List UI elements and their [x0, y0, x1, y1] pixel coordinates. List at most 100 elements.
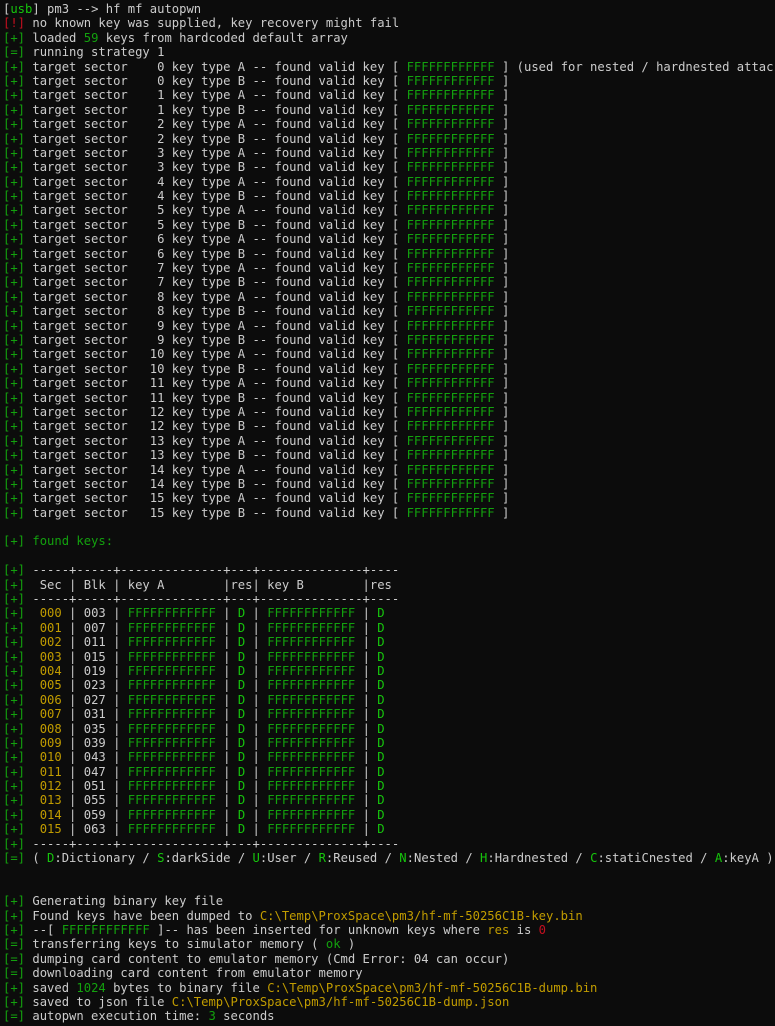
sector-line: [+] target sector 12 key type A -- found…: [3, 404, 510, 419]
sector-line: [+] target sector 10 key type B -- found…: [3, 361, 510, 376]
sector-line: [+] target sector 7 key type B -- found …: [3, 275, 510, 290]
sector-line: [+] target sector 0 key type A -- found …: [3, 59, 773, 74]
table-row: [+] 008 | 035 | FFFFFFFFFFFF | D | FFFFF…: [3, 721, 385, 736]
sector-line: [+] target sector 4 key type B -- found …: [3, 189, 510, 204]
found-keys-table: [+] -----+-----+--------------+---+-----…: [3, 563, 773, 851]
sector-key: FFFFFFFFFFFF: [406, 491, 495, 506]
log-line: [+] Generating binary key file: [3, 894, 224, 909]
sector-key: FFFFFFFFFFFF: [406, 217, 495, 232]
table-row: [+] 004 | 019 | FFFFFFFFFFFF | D | FFFFF…: [3, 663, 385, 678]
sector-key: FFFFFFFFFFFF: [406, 275, 495, 290]
table-row: [+] 015 | 063 | FFFFFFFFFFFF | D | FFFFF…: [3, 822, 385, 837]
sector-key: FFFFFFFFFFFF: [406, 304, 495, 319]
log-line: [=] running strategy 1: [3, 45, 165, 60]
sector-key: FFFFFFFFFFFF: [406, 376, 495, 391]
legend-key: D: [47, 851, 55, 866]
sector-line: [+] target sector 3 key type A -- found …: [3, 145, 510, 160]
sector-line: [+] target sector 11 key type B -- found…: [3, 390, 510, 405]
sector-line: [+] target sector 13 key type A -- found…: [3, 433, 510, 448]
table-row: [+] 002 | 011 | FFFFFFFFFFFF | D | FFFFF…: [3, 635, 385, 650]
sector-key: FFFFFFFFFFFF: [406, 117, 495, 132]
log-line: [+] Found keys have been dumped to C:\Te…: [3, 908, 583, 923]
sector-line: [+] target sector 6 key type B -- found …: [3, 246, 510, 261]
legend-key: S: [157, 851, 165, 866]
log-line: [=] autopwn execution time: 3 seconds: [3, 1009, 275, 1024]
log-line: [+] saved to json file C:\Temp\ProxSpace…: [3, 994, 510, 1009]
legend-key: C: [590, 851, 598, 866]
sector-key: FFFFFFFFFFFF: [406, 448, 495, 463]
sector-line: [+] target sector 2 key type A -- found …: [3, 117, 510, 132]
sector-key: FFFFFFFFFFFF: [406, 174, 495, 189]
sector-line: [+] target sector 3 key type B -- found …: [3, 160, 510, 175]
table-row: [+] 011 | 047 | FFFFFFFFFFFF | D | FFFFF…: [3, 764, 385, 779]
log-line: [=] dumping card content to emulator mem…: [3, 951, 510, 966]
sector-key: FFFFFFFFFFFF: [406, 160, 495, 175]
prompt-command: hf mf autopwn: [105, 2, 202, 16]
sector-line: [+] target sector 14 key type A -- found…: [3, 462, 510, 477]
sector-key: FFFFFFFFFFFF: [406, 59, 495, 74]
sector-line: [+] target sector 2 key type B -- found …: [3, 131, 510, 146]
sector-key: FFFFFFFFFFFF: [406, 246, 495, 261]
sector-line: [+] target sector 5 key type A -- found …: [3, 203, 510, 218]
sector-key: FFFFFFFFFFFF: [406, 145, 495, 160]
sector-line: [+] target sector 8 key type A -- found …: [3, 289, 510, 304]
legend-line: [=] ( D:Dictionary / S:darkSide / U:User…: [3, 851, 773, 866]
sector-line: [+] target sector 15 key type B -- found…: [3, 505, 510, 520]
log-line: [=] downloading card content from emulat…: [3, 966, 363, 981]
sector-key: FFFFFFFFFFFF: [406, 289, 495, 304]
sector-line: [+] target sector 4 key type A -- found …: [3, 174, 510, 189]
table-row: [+] 013 | 055 | FFFFFFFFFFFF | D | FFFFF…: [3, 793, 385, 808]
prompt-line: [usb] pm3 --> hf mf autopwn: [3, 2, 202, 16]
sector-results: [+] target sector 0 key type A -- found …: [3, 60, 773, 521]
terminal-window[interactable]: [usb] pm3 --> hf mf autopwn [!] no known…: [3, 0, 773, 1026]
table-row: [+] 007 | 031 | FFFFFFFFFFFF | D | FFFFF…: [3, 707, 385, 722]
sector-line: [+] target sector 12 key type B -- found…: [3, 419, 510, 434]
table-row: [+] 000 | 003 | FFFFFFFFFFFF | D | FFFFF…: [3, 606, 385, 621]
sector-key: FFFFFFFFFFFF: [406, 318, 495, 333]
sector-key: FFFFFFFFFFFF: [406, 390, 495, 405]
legend-key: R: [318, 851, 326, 866]
prompt-prefix: usb: [10, 2, 33, 16]
sector-line: [+] target sector 13 key type B -- found…: [3, 448, 510, 463]
sector-line: [+] target sector 8 key type B -- found …: [3, 304, 510, 319]
sector-line: [+] target sector 1 key type A -- found …: [3, 88, 510, 103]
table-header: [+] Sec | Blk | key A |res| key B |res: [3, 577, 392, 592]
table-row: [+] 006 | 027 | FFFFFFFFFFFF | D | FFFFF…: [3, 692, 385, 707]
sector-key: FFFFFFFFFFFF: [406, 433, 495, 448]
log-line: [!] no known key was supplied, key recov…: [3, 16, 400, 31]
sector-key: FFFFFFFFFFFF: [406, 505, 495, 520]
sector-key: FFFFFFFFFFFF: [406, 347, 495, 362]
legend-key: N: [399, 851, 407, 866]
sector-key: FFFFFFFFFFFF: [406, 232, 495, 247]
sector-key: FFFFFFFFFFFF: [406, 419, 495, 434]
sector-key: FFFFFFFFFFFF: [406, 332, 495, 347]
table-row: [+] 003 | 015 | FFFFFFFFFFFF | D | FFFFF…: [3, 649, 385, 664]
sector-line: [+] target sector 14 key type B -- found…: [3, 476, 510, 491]
log-line: [+] loaded 59 keys from hardcoded defaul…: [3, 30, 348, 45]
sector-key: FFFFFFFFFFFF: [406, 203, 495, 218]
table-separator: [+] -----+-----+--------------+---+-----…: [3, 563, 400, 578]
sector-line: [+] target sector 0 key type B -- found …: [3, 73, 510, 88]
table-row: [+] 010 | 043 | FFFFFFFFFFFF | D | FFFFF…: [3, 750, 385, 765]
sector-key: FFFFFFFFFFFF: [406, 88, 495, 103]
table-row: [+] 005 | 023 | FFFFFFFFFFFF | D | FFFFF…: [3, 678, 385, 693]
log-line: [+] saved 1024 bytes to binary file C:\T…: [3, 980, 598, 995]
dump-json-path: C:\Temp\ProxSpace\pm3/hf-mf-50256C1B-dum…: [171, 994, 510, 1009]
sector-key: FFFFFFFFFFFF: [406, 102, 495, 117]
table-row: [+] 012 | 051 | FFFFFFFFFFFF | D | FFFFF…: [3, 779, 385, 794]
sector-line: [+] target sector 10 key type A -- found…: [3, 347, 510, 362]
sector-line: [+] target sector 5 key type B -- found …: [3, 217, 510, 232]
legend-key: A: [714, 851, 723, 866]
sector-key: FFFFFFFFFFFF: [406, 404, 495, 419]
key-file-path: C:\Temp\ProxSpace\pm3/hf-mf-50256C1B-key…: [259, 908, 583, 923]
table-row: [+] 009 | 039 | FFFFFFFFFFFF | D | FFFFF…: [3, 735, 385, 750]
sector-line: [+] target sector 15 key type A -- found…: [3, 491, 510, 506]
sector-key: FFFFFFFFFFFF: [406, 189, 495, 204]
sector-key: FFFFFFFFFFFF: [406, 131, 495, 146]
sector-key: FFFFFFFFFFFF: [406, 462, 495, 477]
found-keys-heading: [+] found keys:: [3, 534, 114, 549]
table-row: [+] 001 | 007 | FFFFFFFFFFFF | D | FFFFF…: [3, 620, 385, 635]
legend-key: H: [480, 851, 488, 866]
sector-key: FFFFFFFFFFFF: [406, 261, 495, 276]
sector-line: [+] target sector 11 key type A -- found…: [3, 376, 510, 391]
